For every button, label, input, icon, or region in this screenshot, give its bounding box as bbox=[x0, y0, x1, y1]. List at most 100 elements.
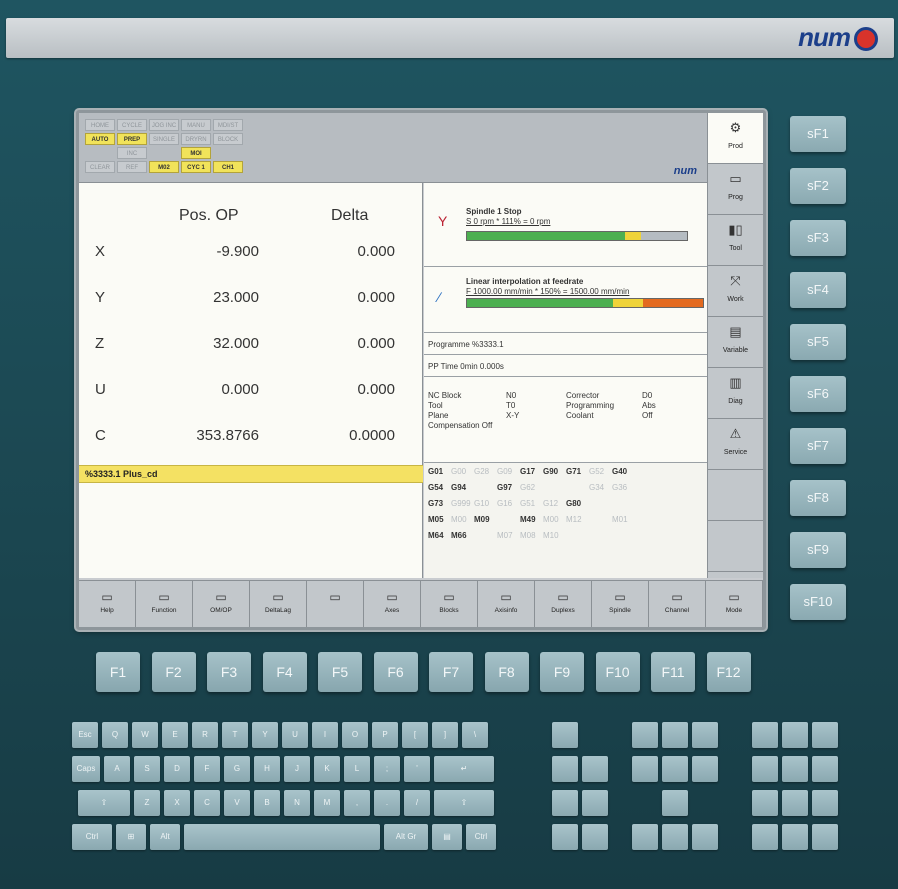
key-aux-18[interactable] bbox=[782, 722, 808, 748]
mode-ref[interactable]: REF bbox=[117, 161, 147, 173]
vsoftkey-prog[interactable]: ▭ Prog bbox=[708, 164, 763, 215]
key-aux-20[interactable] bbox=[752, 756, 778, 782]
key-v[interactable]: V bbox=[224, 790, 250, 816]
key-s[interactable]: S bbox=[134, 756, 160, 782]
key--[interactable]: ↵ bbox=[434, 756, 494, 782]
key-sf7[interactable]: sF7 bbox=[790, 428, 846, 464]
hsoftkey-empty[interactable]: ▭ bbox=[307, 581, 364, 627]
key-aux-28[interactable] bbox=[812, 824, 838, 850]
key-f7[interactable]: F7 bbox=[429, 652, 473, 692]
key--[interactable]: ; bbox=[374, 756, 400, 782]
mode-dryrn[interactable]: DRYRN bbox=[181, 133, 211, 145]
key-f12[interactable]: F12 bbox=[706, 652, 751, 692]
key-sf4[interactable]: sF4 bbox=[790, 272, 846, 308]
key-aux-1[interactable] bbox=[552, 756, 578, 782]
key-w[interactable]: W bbox=[132, 722, 158, 748]
key-f5[interactable]: F5 bbox=[318, 652, 362, 692]
key-aux-17[interactable] bbox=[752, 722, 778, 748]
key-aux-8[interactable] bbox=[662, 722, 688, 748]
key-i[interactable]: I bbox=[312, 722, 338, 748]
mode-single[interactable]: SINGLE bbox=[149, 133, 179, 145]
key-l[interactable]: L bbox=[344, 756, 370, 782]
key-b[interactable]: B bbox=[254, 790, 280, 816]
key--[interactable]: ⊞ bbox=[116, 824, 146, 850]
key-z[interactable]: Z bbox=[134, 790, 160, 816]
key-sf6[interactable]: sF6 bbox=[790, 376, 846, 412]
mode-cyc-1[interactable]: CYC 1 bbox=[181, 161, 211, 173]
key-alt-gr[interactable]: Alt Gr bbox=[384, 824, 428, 850]
vsoftkey-work[interactable]: ⤧ Work bbox=[708, 266, 763, 317]
key--[interactable]: ▤ bbox=[432, 824, 462, 850]
key-c[interactable]: C bbox=[194, 790, 220, 816]
key-h[interactable]: H bbox=[254, 756, 280, 782]
mode-auto[interactable]: AUTO bbox=[85, 133, 115, 145]
mode-manu[interactable]: MANU bbox=[181, 119, 211, 131]
mode-block[interactable]: BLOCK bbox=[213, 133, 243, 145]
mode-m02[interactable]: M02 bbox=[149, 161, 179, 173]
vsoftkey-service[interactable]: ⚠ Service bbox=[708, 419, 763, 470]
key-aux-26[interactable] bbox=[752, 824, 778, 850]
key-aux-6[interactable] bbox=[582, 824, 608, 850]
key-sf10[interactable]: sF10 bbox=[790, 584, 846, 620]
key-r[interactable]: R bbox=[192, 722, 218, 748]
hsoftkey-help[interactable]: ▭ Help bbox=[79, 581, 136, 627]
key-aux-22[interactable] bbox=[812, 756, 838, 782]
mode-mdi-st[interactable]: MDI/ST bbox=[213, 119, 243, 131]
key-sf3[interactable]: sF3 bbox=[790, 220, 846, 256]
key-sf1[interactable]: sF1 bbox=[790, 116, 846, 152]
key--[interactable]: \ bbox=[462, 722, 488, 748]
key-aux-23[interactable] bbox=[752, 790, 778, 816]
key--[interactable]: ⇧ bbox=[78, 790, 130, 816]
vsoftkey-empty-7[interactable] bbox=[708, 470, 763, 521]
hsoftkey-om-op[interactable]: ▭ OM/OP bbox=[193, 581, 250, 627]
key-o[interactable]: O bbox=[342, 722, 368, 748]
key-a[interactable]: A bbox=[104, 756, 130, 782]
key-alt[interactable]: Alt bbox=[150, 824, 180, 850]
hsoftkey-duplexs[interactable]: ▭ Duplexs bbox=[535, 581, 592, 627]
key-sf5[interactable]: sF5 bbox=[790, 324, 846, 360]
key-f2[interactable]: F2 bbox=[151, 652, 196, 692]
key-aux-4[interactable] bbox=[582, 756, 608, 782]
key-n[interactable]: N bbox=[284, 790, 310, 816]
key-f3[interactable]: F3 bbox=[207, 652, 251, 692]
key-aux-13[interactable] bbox=[662, 790, 688, 816]
key-space[interactable] bbox=[184, 824, 380, 850]
key-aux-19[interactable] bbox=[812, 722, 838, 748]
key-u[interactable]: U bbox=[282, 722, 308, 748]
key-sf2[interactable]: sF2 bbox=[790, 168, 846, 204]
hsoftkey-channel[interactable]: ▭ Channel bbox=[649, 581, 706, 627]
key-m[interactable]: M bbox=[314, 790, 340, 816]
mode-cycle[interactable]: CYCLE bbox=[117, 119, 147, 131]
vsoftkey-tool[interactable]: ▮▯ Tool bbox=[708, 215, 763, 266]
key-e[interactable]: E bbox=[162, 722, 188, 748]
key-k[interactable]: K bbox=[314, 756, 340, 782]
key-g[interactable]: G bbox=[224, 756, 250, 782]
mode-moi[interactable]: MOI bbox=[181, 147, 211, 159]
key-aux-10[interactable] bbox=[632, 756, 658, 782]
key-d[interactable]: D bbox=[164, 756, 190, 782]
key-p[interactable]: P bbox=[372, 722, 398, 748]
key-f[interactable]: F bbox=[194, 756, 220, 782]
key--[interactable]: ] bbox=[432, 722, 458, 748]
hsoftkey-deltalag[interactable]: ▭ DeltaLag bbox=[250, 581, 307, 627]
key-f6[interactable]: F6 bbox=[373, 652, 418, 692]
key-sf8[interactable]: sF8 bbox=[790, 480, 846, 516]
key--[interactable]: , bbox=[344, 790, 370, 816]
key-caps-lock[interactable]: Caps Lock bbox=[72, 756, 100, 799]
key-q[interactable]: Q bbox=[102, 722, 128, 748]
key-aux-3[interactable] bbox=[552, 824, 578, 850]
key-aux-12[interactable] bbox=[692, 756, 718, 782]
key--[interactable]: ' bbox=[404, 756, 430, 782]
key-aux-2[interactable] bbox=[552, 790, 578, 816]
key-aux-0[interactable] bbox=[552, 722, 578, 748]
vsoftkey-prod[interactable]: ⚙ Prod bbox=[708, 113, 763, 164]
key-aux-16[interactable] bbox=[692, 824, 718, 850]
key-esc[interactable]: Esc bbox=[72, 722, 98, 748]
mode-jog-inc[interactable]: JOG INC bbox=[149, 119, 179, 131]
mode-prep[interactable]: PREP bbox=[117, 133, 147, 145]
key-aux-15[interactable] bbox=[662, 824, 688, 850]
mode-ch1[interactable]: CH1 bbox=[213, 161, 243, 173]
key-f9[interactable]: F9 bbox=[540, 652, 584, 692]
mode-inc[interactable]: INC bbox=[117, 147, 147, 159]
key--[interactable]: ⇧ bbox=[434, 790, 494, 816]
